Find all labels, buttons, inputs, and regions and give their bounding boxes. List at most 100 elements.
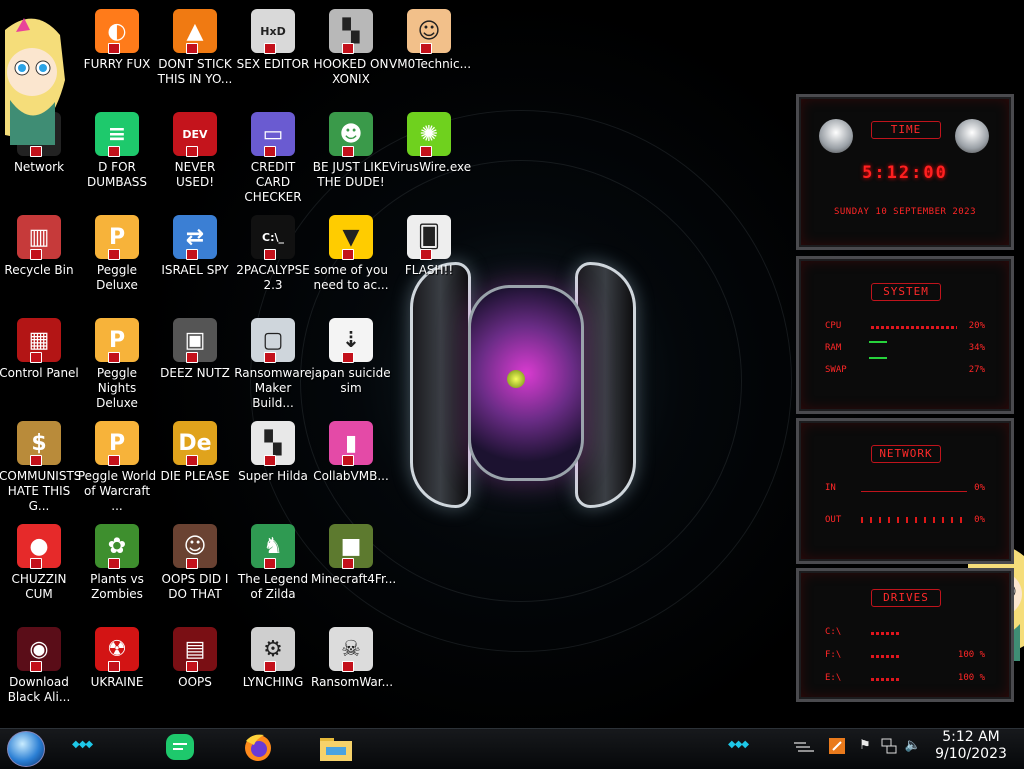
taskbar-chevron-decoration: ◆◆◆ <box>728 739 749 750</box>
show-hidden-icons-icon[interactable] <box>792 737 816 755</box>
network-gadget[interactable]: NETWORK IN 0% OUT 0% <box>796 418 1014 564</box>
desktop-icon-viruswire[interactable]: ✺ VirusWire.exe <box>389 108 472 208</box>
shortcut-overlay-icon <box>420 43 432 54</box>
flag-icon[interactable]: ⚑ <box>856 737 874 755</box>
shortcut-overlay-icon <box>342 661 354 672</box>
shortcut-overlay-icon <box>108 43 120 54</box>
peggle-icon: P <box>95 318 139 363</box>
shortcut-overlay-icon <box>342 558 354 569</box>
desktop-icon-d-for-dumbass[interactable]: ≡ D FOR DUMBASS <box>77 108 157 208</box>
flash-cards-icon: 🂠 <box>407 215 451 260</box>
desktop-icon-label: CollabVMB... <box>313 469 389 483</box>
taskbar-firefox[interactable] <box>238 731 278 765</box>
network-icon[interactable] <box>880 737 898 755</box>
desktop-icon-peggle-nights[interactable]: P Peggle Nights Deluxe <box>77 314 157 414</box>
desktop-icon-recycle-bin[interactable]: ▥ Recycle Bin <box>0 211 79 311</box>
volume-icon[interactable]: 🔈 <box>904 737 922 755</box>
desktop-icon-be-just-like[interactable]: ☻ BE JUST LIKE THE DUDE! <box>311 108 391 208</box>
taskbar-clock[interactable]: 5:12 AM 9/10/2023 <box>925 729 1017 763</box>
gear-badge-icon: ⚙ <box>251 627 295 672</box>
desktop-icon-ransomware-maker[interactable]: ▢ Ransomware Maker Build... <box>233 314 313 414</box>
shortcut-overlay-icon <box>30 146 42 157</box>
shortcut-overlay-icon <box>264 249 276 260</box>
desktop-icon-label: SEX EDITOR <box>236 57 310 71</box>
shortcut-overlay-icon <box>186 352 198 363</box>
desktop-icon-lynching[interactable]: ⚙ LYNCHING <box>233 623 313 723</box>
chart-doc-icon: ⇣ <box>329 318 373 363</box>
system-row-key: SWAP <box>825 365 847 375</box>
control-panel-icon: ▦ <box>17 318 61 363</box>
desktop-icon-download-black-ali[interactable]: ◉ Download Black Ali... <box>0 623 79 723</box>
desktop-icon-label: FLASH!! <box>404 263 454 277</box>
desktop-icon-label: Recycle Bin <box>4 263 74 277</box>
desktop-icon-label: Peggle Nights Deluxe <box>96 366 138 410</box>
network-out-graph <box>861 517 967 523</box>
shortcut-overlay-icon <box>108 249 120 260</box>
desktop-icon-minecraft[interactable]: ■ Minecraft4Fr... <box>311 520 396 620</box>
shortcut-overlay-icon <box>342 455 354 466</box>
desktop-icon-sex-editor[interactable]: HxD SEX EDITOR <box>233 5 313 105</box>
pink-screen-icon: ▮ <box>329 421 373 466</box>
system-gadget-title: SYSTEM <box>871 283 941 301</box>
de-logo-icon: De <box>173 421 217 466</box>
desktop-icon-peggle-world[interactable]: P Peggle World of Warcraft ... <box>77 417 157 517</box>
desktop-icon-vm0technic[interactable]: ☺ VM0Technic... <box>389 5 471 105</box>
desktop-icon-collabvmb[interactable]: ▮ CollabVMB... <box>311 417 391 517</box>
desktop-icon-label: some of you need to ac... <box>313 263 389 292</box>
drive-row-value: 100 % <box>957 673 985 683</box>
beaver-icon: ▼ <box>329 215 373 260</box>
drive-row-key: E:\ <box>825 673 842 683</box>
start-button[interactable] <box>7 731 45 767</box>
taskbar-chat-app[interactable] <box>160 731 200 765</box>
desktop-icon-plants-vs-zombies[interactable]: ✿ Plants vs Zombies <box>77 520 157 620</box>
desktop-icon-oops-did-i[interactable]: ☺ OOPS DID I DO THAT <box>155 520 235 620</box>
desktop-icon-label: Peggle World of Warcraft ... <box>77 469 157 513</box>
taskbar-file-explorer[interactable] <box>316 731 356 765</box>
drives-gadget[interactable]: DRIVES C:\ F:\ 100 % E:\ 100 % <box>796 568 1014 702</box>
desktop-icon-control-panel[interactable]: ▦ Control Panel <box>0 314 79 414</box>
desktop-icon-2pacalypse[interactable]: C:\_ 2PACALYPSE 2.3 <box>233 211 313 311</box>
desktop-icon-dont-stick[interactable]: ▲ DONT STICK THIS IN YO... <box>155 5 235 105</box>
time-gadget[interactable]: TIME 5:12:00 SUNDAY 10 SEPTEMBER 2023 <box>796 94 1014 250</box>
system-gadget[interactable]: SYSTEM CPU 20% RAM 34% SWAP 27% <box>796 256 1014 414</box>
desktop-icon-oops[interactable]: ▤ OOPS <box>155 623 235 723</box>
desktop-icon-israel-spy[interactable]: ⇄ ISRAEL SPY <box>155 211 235 311</box>
shortcut-overlay-icon <box>30 249 42 260</box>
desktop-icon-deez-nutz[interactable]: ▣ DEEZ NUTZ <box>155 314 235 414</box>
desktop-icon-legend-of-zilda[interactable]: ♞ The Legend of Zilda <box>233 520 313 620</box>
desktop-icon-label: OOPS <box>178 675 212 689</box>
desktop-icon-die-please[interactable]: De DIE PLEASE <box>155 417 235 517</box>
shortcut-overlay-icon <box>108 455 120 466</box>
desktop-icon-some-of-you[interactable]: ▼ some of you need to ac... <box>311 211 391 311</box>
desktop-icon-flash[interactable]: 🂠 FLASH!! <box>389 211 469 311</box>
editor-icon[interactable] <box>828 737 846 755</box>
desktop-icon-label: VirusWire.exe <box>389 160 472 174</box>
desktop-icon-japan-suicide[interactable]: ⇣ japan suicide sim <box>311 314 391 414</box>
vlc-cone-icon: ▲ <box>173 9 217 54</box>
drive-meter <box>871 655 899 658</box>
wallpaper-pod-right <box>575 262 636 508</box>
shortcut-overlay-icon <box>342 43 354 54</box>
clock-time: 5:12 AM <box>942 729 1000 745</box>
desktop-icon-communists[interactable]: $ COMMUNISTS HATE THIS G... <box>0 417 81 517</box>
shortcut-overlay-icon <box>108 661 120 672</box>
desktop-icon-ransomwar[interactable]: ☠ RansomWar... <box>311 623 393 723</box>
desktop-icon-hooked-on-xonix[interactable]: ▚ HOOKED ON XONIX <box>311 5 391 105</box>
desktop-icon-never-used[interactable]: DEV NEVER USED! <box>155 108 235 208</box>
desktop-icon-peggle-deluxe[interactable]: P Peggle Deluxe <box>77 211 157 311</box>
desktop-icon-furry-fux[interactable]: ◐ FURRY FUX <box>77 5 157 105</box>
desktop-icon-credit-card-checker[interactable]: ▭ CREDIT CARD CHECKER <box>233 108 313 208</box>
network-row-key: OUT <box>825 515 842 525</box>
red-document-icon: ▤ <box>173 627 217 672</box>
money-bag-icon: $ <box>17 421 61 466</box>
desktop-icon-chuzzin[interactable]: ● CHUZZIN CUM <box>0 520 79 620</box>
desktop-icon-ukraine[interactable]: ☢ UKRAINE <box>77 623 157 723</box>
system-cpu-row: CPU 20% <box>825 321 985 335</box>
terminal-icon: C:\_ <box>251 215 295 260</box>
shortcut-overlay-icon <box>264 661 276 672</box>
desktop-icon-label: DONT STICK THIS IN YO... <box>157 57 233 86</box>
drive-row-value: 100 % <box>957 650 985 660</box>
shortcut-overlay-icon <box>264 352 276 363</box>
desktop-icon-super-hilda[interactable]: ▚ Super Hilda <box>233 417 313 517</box>
dev-cpp-icon: DEV <box>173 112 217 157</box>
